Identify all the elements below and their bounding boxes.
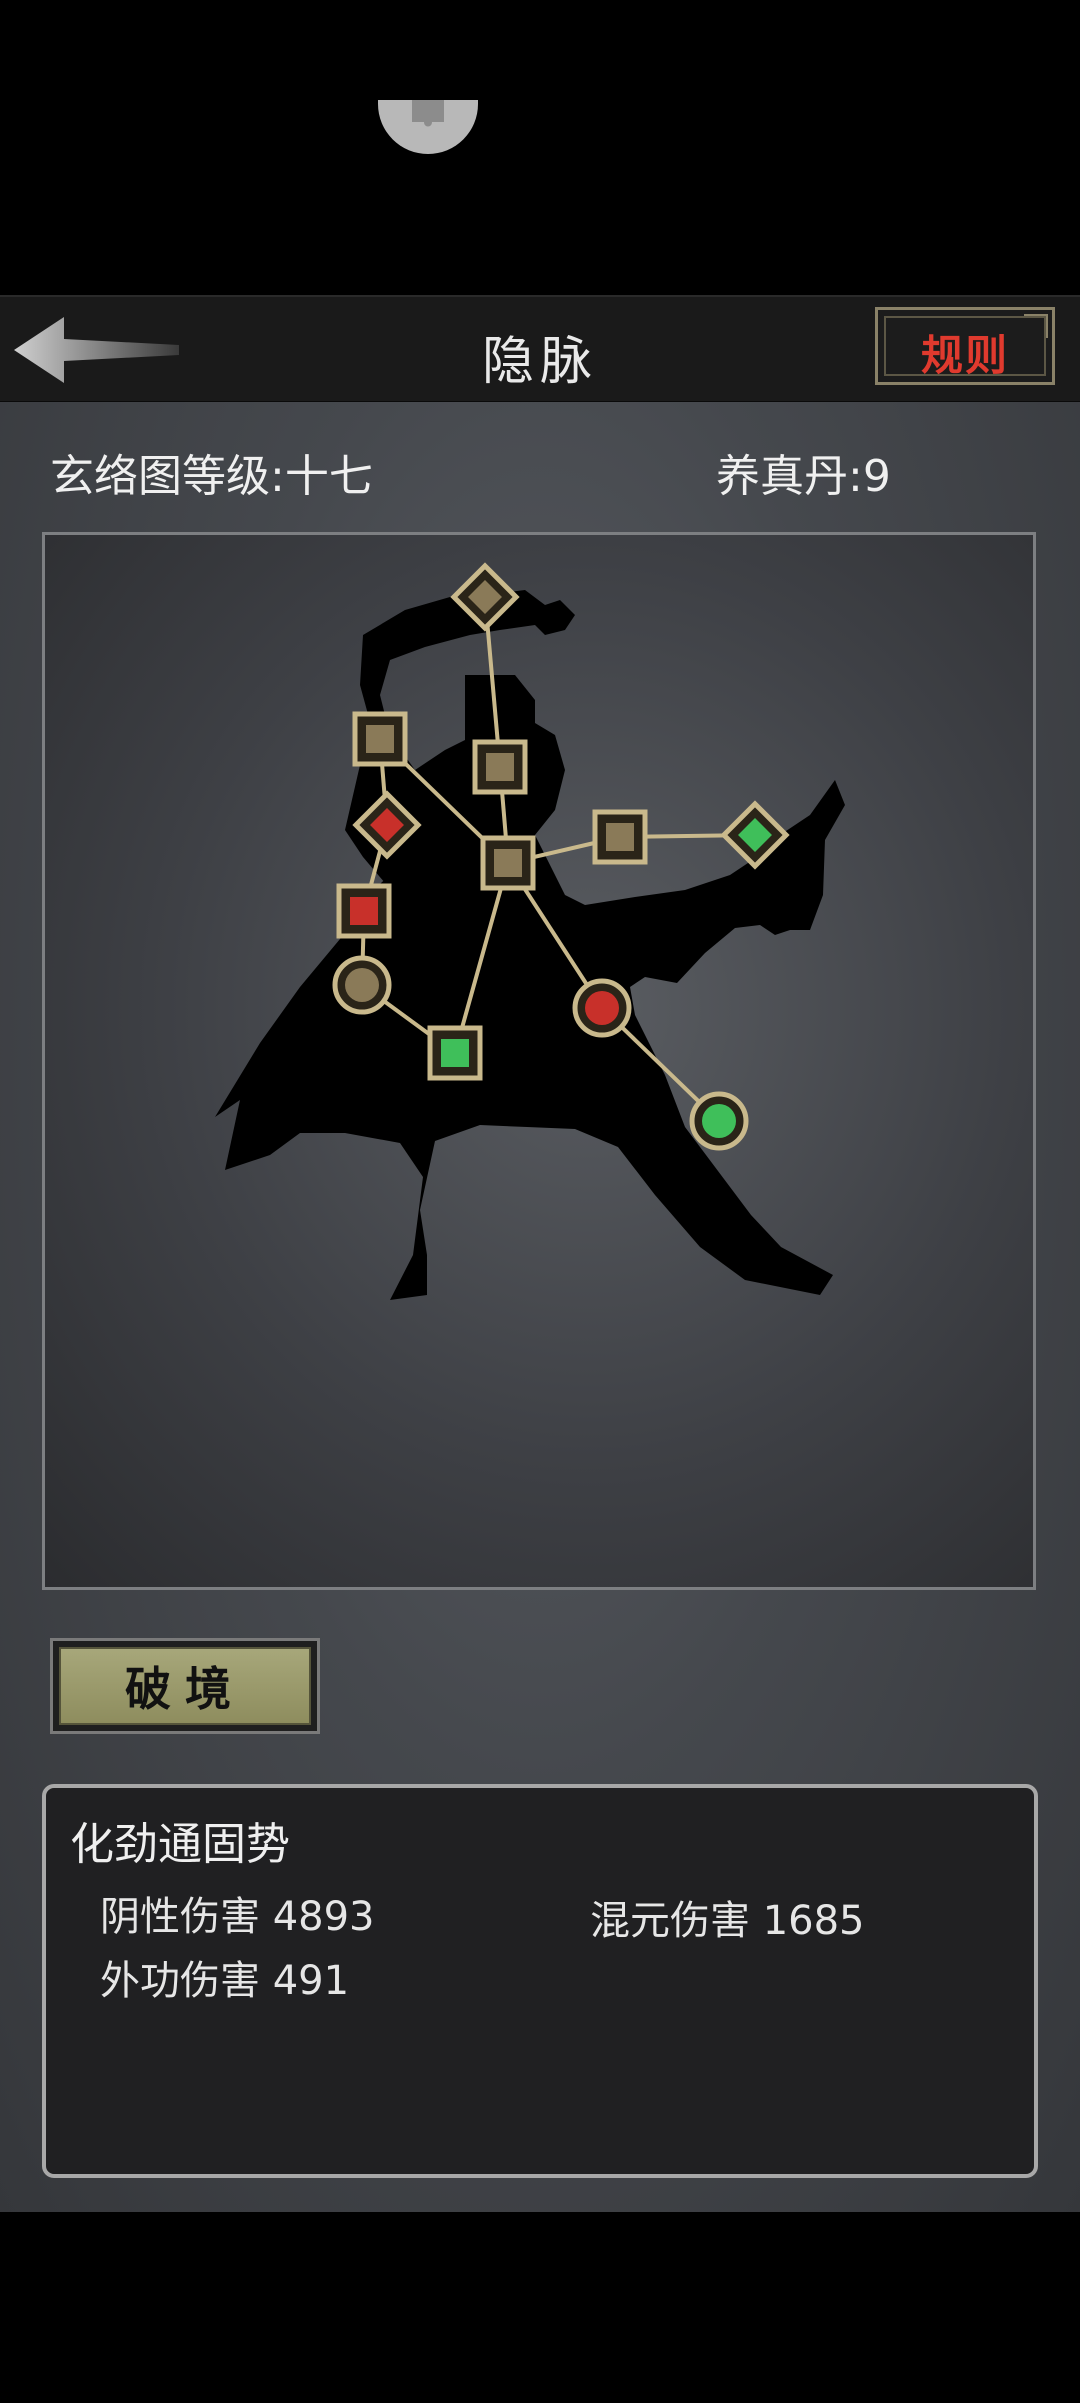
nourishing-pill-count: 养真丹:9 xyxy=(716,451,891,502)
back-button[interactable] xyxy=(14,315,184,385)
martial-artist-silhouette xyxy=(215,590,845,1300)
rules-button-label: 规则 xyxy=(920,331,1009,380)
rules-button[interactable]: 规则 xyxy=(875,307,1055,385)
meridian-node-right-elbow[interactable] xyxy=(592,809,648,865)
meridian-node-right-foot[interactable] xyxy=(689,1091,749,1151)
bottom-black-bar xyxy=(0,2212,1080,2403)
top-header: 隐脉 规则 xyxy=(0,295,1080,404)
back-arrow-icon xyxy=(14,317,179,383)
technique-info-panel: 化劲通固势 阴性伤害 4893 混元伤害 1685 外功伤害 491 xyxy=(42,1784,1038,2178)
hunyuan-damage-stat: 混元伤害 1685 xyxy=(590,1898,865,1944)
main-content: 玄络图等级:十七 养真丹:9 破境 化劲通固势 阴性伤害 4893 混元伤害 1… xyxy=(0,402,1080,2212)
floating-puzzle-button[interactable] xyxy=(378,100,478,154)
meridian-node-left-knee[interactable] xyxy=(332,955,392,1015)
meridian-node-center[interactable] xyxy=(480,835,536,891)
meridian-node-left-hip[interactable] xyxy=(336,883,392,939)
breakthrough-button-label: 破境 xyxy=(125,1662,245,1716)
external-damage-stat: 外功伤害 491 xyxy=(100,1958,350,2004)
meridian-map-panel xyxy=(42,532,1036,1590)
meridian-map-level: 玄络图等级:十七 xyxy=(50,451,373,502)
meridian-node-neck[interactable] xyxy=(472,739,528,795)
meridian-node-right-knee[interactable] xyxy=(572,978,632,1038)
meridian-node-left-foot[interactable] xyxy=(427,1025,483,1081)
meridian-node-left-shoulder[interactable] xyxy=(352,711,408,767)
puzzle-icon xyxy=(412,100,444,127)
meridian-map xyxy=(215,562,845,1300)
yin-damage-stat: 阴性伤害 4893 xyxy=(100,1894,375,1940)
breakthrough-button[interactable]: 破境 xyxy=(50,1638,320,1734)
technique-title: 化劲通固势 xyxy=(70,1819,290,1870)
